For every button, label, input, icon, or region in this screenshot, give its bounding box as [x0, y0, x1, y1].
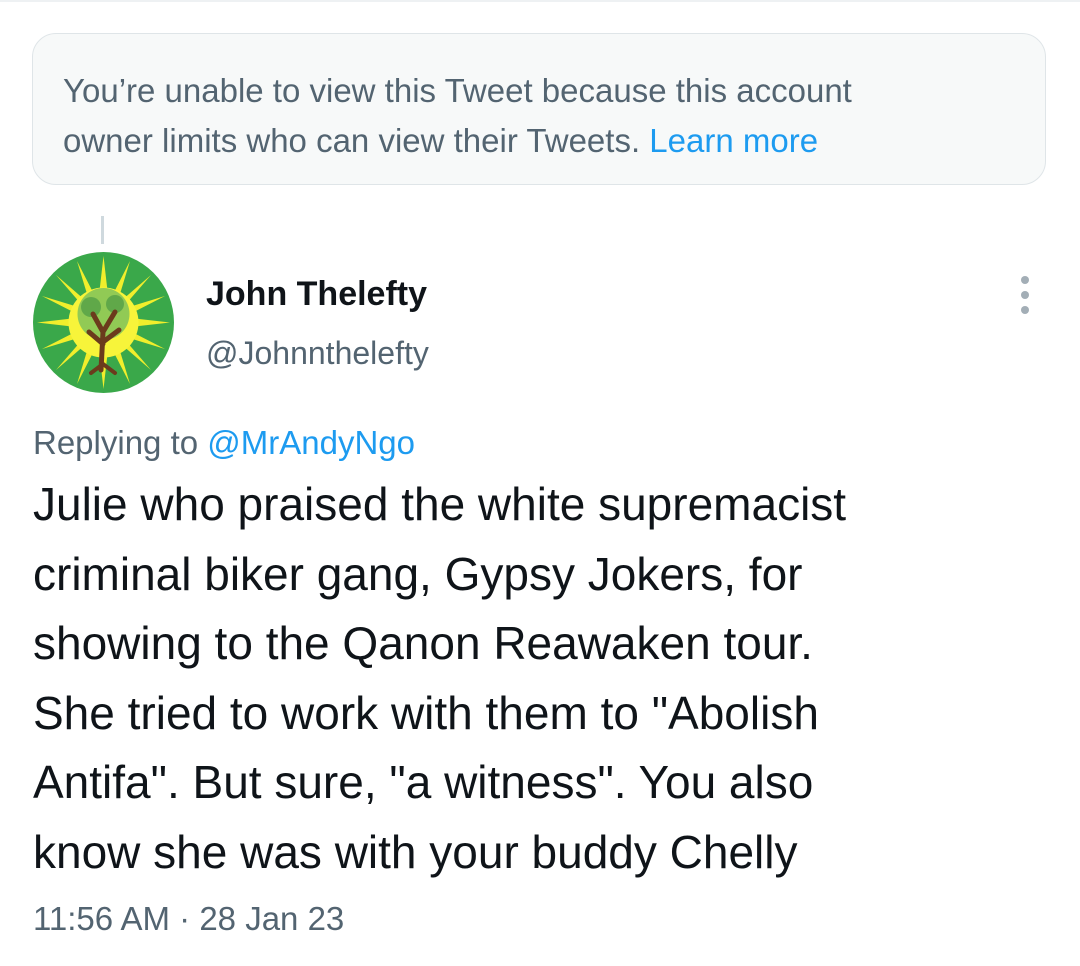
green-sun-tree-icon [33, 252, 174, 393]
tweet-text: Julie who praised the white supremacist … [33, 470, 1043, 887]
notice-text-line1: You’re unable to view this Tweet because… [63, 72, 852, 109]
tweet-text-line: She tried to work with them to "Abolish [33, 686, 819, 739]
top-divider [0, 0, 1080, 2]
tweet-timestamp[interactable]: 11:56 AM · 28 Jan 23 [33, 896, 344, 942]
tweet-text-line: showing to the Qanon Reawaken tour. [33, 617, 813, 669]
restricted-tweet-notice: You’re unable to view this Tweet because… [32, 33, 1046, 185]
replying-to-label: Replying to [33, 424, 199, 461]
thread-connector-line [101, 216, 104, 244]
author-display-name[interactable]: John Thelefty [206, 272, 427, 316]
mention-link[interactable]: @MrAndyNgo [207, 424, 415, 461]
learn-more-link[interactable]: Learn more [649, 122, 818, 159]
tweet-text-line: Julie who praised the white supremacist [33, 478, 847, 530]
replying-to-line: Replying to @MrAndyNgo [33, 420, 415, 466]
avatar[interactable] [33, 252, 174, 393]
author-handle[interactable]: @Johnnthelefty [206, 332, 429, 374]
tweet-text-line: criminal biker gang, Gypsy Jokers, for [33, 547, 803, 600]
vertical-ellipsis-icon[interactable] [1010, 272, 1040, 318]
timestamp-separator: · [179, 900, 191, 937]
tweet-date: 28 Jan 23 [199, 900, 345, 937]
tweet-time: 11:56 AM [33, 900, 170, 937]
tweet-text-line: know she was with your buddy Chelly [33, 825, 798, 878]
tweet-text-line: Antifa". But sure, "a witness". You also [33, 756, 814, 808]
notice-text-line2: owner limits who can view their Tweets. [63, 122, 641, 159]
